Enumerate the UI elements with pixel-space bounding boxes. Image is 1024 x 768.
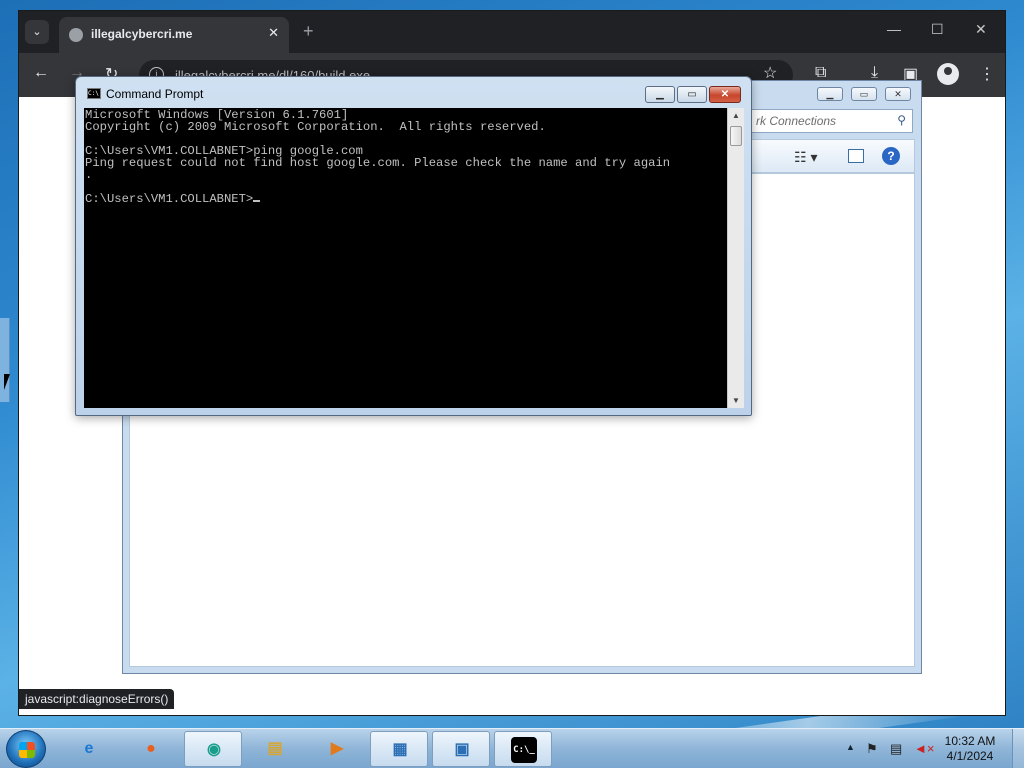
maximize-button[interactable]: ▭: [677, 86, 707, 103]
taskbar: e ● ◉ ▤ ▶ ▦ ▣ C:\_ ▲ ⚑ ▤ ◄× 10:32 AM 4/1/2024: [0, 728, 1024, 768]
explorer-search-input[interactable]: rk Connections ⚲: [749, 109, 913, 133]
explorer-maximize-button[interactable]: ▭: [851, 87, 877, 101]
command-prompt-icon: C:\: [87, 88, 101, 99]
change-view-icon[interactable]: ☷ ▾: [794, 149, 817, 166]
chrome-maximize-button[interactable]: ☐: [931, 21, 944, 38]
edge-icon: ◉: [207, 741, 221, 758]
scroll-thumb[interactable]: [730, 126, 742, 146]
chrome-tab[interactable]: illegalcybercri.me ✕: [59, 17, 289, 53]
taskbar-network-window[interactable]: ▦: [370, 731, 428, 767]
text-cursor: [253, 200, 261, 202]
console-scrollbar[interactable]: ▲ ▼: [727, 108, 744, 408]
chrome-tabstrip: ⌄ illegalcybercri.me ✕ + — ☐ ✕: [19, 11, 1005, 53]
tab-close-icon[interactable]: ✕: [268, 25, 279, 41]
tab-title: illegalcybercri.me: [91, 27, 193, 41]
scroll-down-icon[interactable]: ▼: [732, 396, 740, 405]
action-center-flag-icon[interactable]: ⚑: [866, 741, 878, 757]
file-explorer-icon: ▤: [267, 740, 283, 757]
explorer-minimize-button[interactable]: ▁: [817, 87, 843, 101]
profile-avatar-icon[interactable]: [937, 63, 959, 85]
network-icon[interactable]: ▤: [890, 741, 902, 757]
media-player-icon: ▶: [330, 740, 344, 757]
taskbar-command-prompt[interactable]: C:\_: [494, 731, 552, 767]
status-bubble: javascript:diagnoseErrors(): [19, 689, 175, 709]
console-line: Copyright (c) 2009 Microsoft Corporation…: [85, 120, 546, 134]
preview-pane-icon[interactable]: [848, 149, 864, 163]
new-tab-button[interactable]: +: [303, 21, 314, 42]
minimize-button[interactable]: ▁: [645, 86, 675, 103]
explorer-close-button[interactable]: ✕: [885, 87, 911, 101]
command-prompt-icon: C:\_: [511, 737, 537, 763]
taskbar-firefox[interactable]: ●: [122, 731, 180, 767]
show-hidden-icons[interactable]: ▲: [846, 742, 855, 752]
clock[interactable]: 10:32 AM 4/1/2024: [932, 734, 1008, 764]
start-button[interactable]: [6, 730, 46, 768]
clock-time: 10:32 AM: [944, 734, 996, 748]
command-prompt-window: C:\ Command Prompt ▁ ▭ ✕ Microsoft Windo…: [75, 76, 752, 416]
close-button[interactable]: ✕: [709, 86, 741, 103]
back-arrow-icon[interactable]: ←: [33, 64, 49, 82]
taskbar-control-panel[interactable]: ▣: [432, 731, 490, 767]
chrome-minimize-button[interactable]: —: [887, 21, 901, 37]
taskbar-internet-explorer[interactable]: e: [60, 731, 118, 767]
help-icon[interactable]: ?: [882, 147, 900, 165]
tab-search-button[interactable]: ⌄: [25, 20, 49, 44]
window-title: Command Prompt: [106, 87, 204, 101]
chrome-menu-icon[interactable]: ⋮: [979, 64, 995, 84]
control-panel-icon: ▣: [454, 741, 470, 758]
show-desktop-button[interactable]: [1012, 729, 1024, 768]
mouse-pointer-icon: [4, 374, 16, 390]
console-line: C:\Users\VM1.COLLABNET>: [85, 193, 726, 205]
windows-logo-icon: [19, 742, 35, 758]
network-window-icon: ▦: [392, 741, 408, 758]
console-line: .: [85, 168, 93, 182]
search-icon[interactable]: ⚲: [897, 113, 906, 127]
firefox-icon: ●: [146, 740, 156, 757]
console-line: Ping request could not find host google.…: [85, 156, 671, 170]
console-output[interactable]: Microsoft Windows [Version 6.1.7601] Copy…: [84, 108, 727, 408]
chrome-close-button[interactable]: ✕: [975, 21, 987, 38]
system-tray: ▲ ⚑ ▤ ◄× 10:32 AM 4/1/2024: [840, 729, 1024, 768]
taskbar-file-explorer[interactable]: ▤: [246, 731, 304, 767]
taskbar-edge[interactable]: ◉: [184, 731, 242, 767]
taskbar-media-player[interactable]: ▶: [308, 731, 366, 767]
search-placeholder: rk Connections: [756, 114, 837, 128]
scroll-up-icon[interactable]: ▲: [732, 111, 740, 120]
internet-explorer-icon: e: [84, 740, 94, 757]
clock-date: 4/1/2024: [946, 749, 994, 763]
globe-icon: [69, 28, 83, 42]
